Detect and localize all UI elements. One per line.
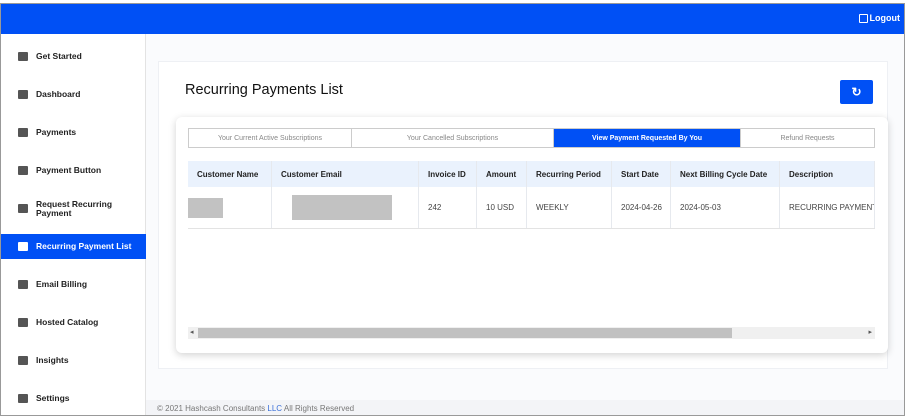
list-icon [18,242,28,251]
customer-email-cell [272,187,419,228]
customer-name-cell [188,187,272,228]
logout-label: Logout [869,13,901,23]
redacted-name [188,197,223,218]
chart-icon [18,356,28,365]
table-cell: 2024-05-03 [671,187,780,228]
sidebar-item-label: Payments [36,127,77,137]
table-row: 242 10 USD WEEKLY 2024-04-26 2024-05-03 RECUR… [188,187,875,229]
dashboard-icon [18,90,28,99]
tab-refund-requests[interactable]: Refund Requests [741,129,874,147]
refresh-icon: ↻ [851,85,862,99]
gear-icon [18,394,28,403]
table-cell: RECURRING PAYMENT [780,187,875,228]
bank-icon [18,166,28,175]
sidebar-item-label: Settings [36,393,70,403]
sidebar-item-request-recurring-payment[interactable]: Request Recurring Payment [1,196,146,221]
scrollbar-thumb[interactable] [198,328,732,338]
sidebar-item-label: Get Started [36,51,82,61]
table-cell: 242 [419,187,477,228]
column-header[interactable]: Description [780,161,875,187]
sidebar-item-recurring-payment-list[interactable]: Recurring Payment List [1,234,146,259]
dollar-circle-icon [18,128,28,137]
top-bar: Logout [1,4,904,34]
column-header[interactable]: Amount [477,161,527,187]
list-card: Your Current Active Subscriptions Your C… [176,117,888,353]
table-cell: WEEKLY [527,187,612,228]
sidebar-item-payment-button[interactable]: Payment Button [1,158,146,183]
sidebar: Get Started Dashboard Payments Payment Butt… [1,34,146,415]
app-window: Logout Get Started Dashboard Payments Payme… [0,3,905,416]
sidebar-item-label: Payment Button [36,165,102,175]
footer-company-link[interactable]: LLC [267,404,282,413]
page-title: Recurring Payments List [185,82,343,98]
sidebar-item-insights[interactable]: Insights [1,348,146,373]
briefcase-icon [18,52,28,61]
sidebar-item-settings[interactable]: Settings [1,386,146,411]
sidebar-item-label: Dashboard [36,89,81,99]
logout-button[interactable]: Logout [858,13,901,23]
payments-table: Customer Name Customer Email Invoice ID Amo… [188,161,875,229]
scroll-right-icon[interactable]: ▸ [868,328,872,336]
sidebar-item-label: Email Billing [36,279,88,289]
sidebar-item-label: Insights [36,355,69,365]
book-icon [18,318,28,327]
sidebar-item-label: Hosted Catalog [36,317,99,327]
column-header[interactable]: Customer Name [188,161,272,187]
tab-cancelled-subscriptions[interactable]: Your Cancelled Subscriptions [352,129,554,147]
tab-payment-requested[interactable]: View Payment Requested By You [554,129,741,147]
sidebar-item-hosted-catalog[interactable]: Hosted Catalog [1,310,146,335]
refresh-button[interactable]: ↻ [840,80,873,104]
main-panel: Recurring Payments List ↻ Your Current A… [158,61,888,369]
scroll-left-icon[interactable]: ◂ [190,328,194,336]
table-cell: 10 USD [477,187,527,228]
footer: © 2021 Hashcash Consultants LLC All Righ… [146,400,904,415]
tab-bar: Your Current Active Subscriptions Your C… [188,128,875,148]
column-header[interactable]: Customer Email [272,161,419,187]
logout-icon [858,13,868,23]
table-header: Customer Name Customer Email Invoice ID Amo… [188,161,875,187]
footer-rights: All Rights Reserved [282,404,355,413]
sidebar-item-label: Request Recurring Payment [36,198,113,218]
column-header[interactable]: Next Billing Cycle Date [671,161,780,187]
sidebar-item-label: Recurring Payment List [36,241,132,251]
column-header[interactable]: Start Date [612,161,671,187]
tab-active-subscriptions[interactable]: Your Current Active Subscriptions [189,129,352,147]
horizontal-scrollbar[interactable]: ◂ ▸ [188,327,875,339]
sidebar-item-dashboard[interactable]: Dashboard [1,82,146,107]
column-header[interactable]: Recurring Period [527,161,612,187]
footer-copyright: © 2021 Hashcash Consultants [157,404,268,413]
document-icon [18,280,28,289]
sidebar-item-email-billing[interactable]: Email Billing [1,272,146,297]
sidebar-item-payments[interactable]: Payments [1,120,146,145]
column-header[interactable]: Invoice ID [419,161,477,187]
table-cell: 2024-04-26 [612,187,671,228]
redacted-email [292,195,392,220]
sidebar-item-get-started[interactable]: Get Started [1,44,146,69]
card-add-icon [18,204,28,213]
